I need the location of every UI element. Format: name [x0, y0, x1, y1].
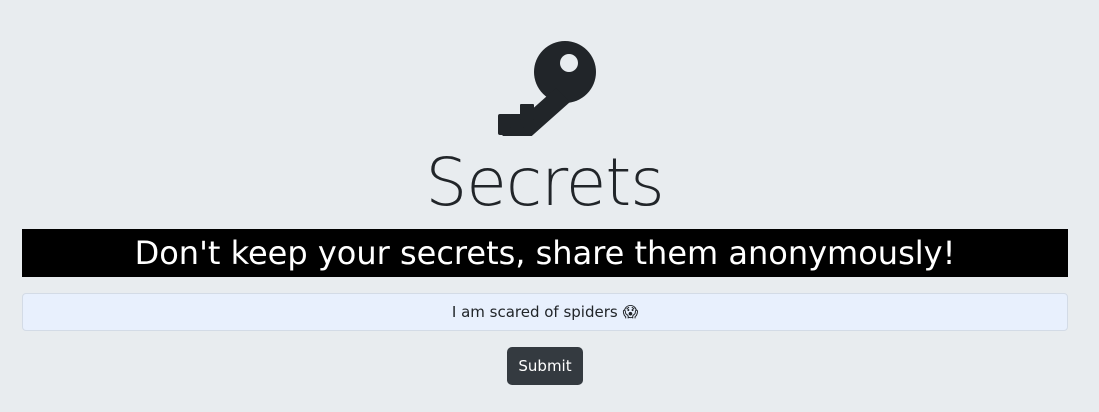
page-title: Secrets	[425, 144, 664, 221]
secret-input[interactable]	[22, 293, 1068, 331]
page: Secrets Don't keep your secrets, share t…	[0, 0, 1099, 412]
submit-button[interactable]: Submit	[507, 347, 583, 385]
key-icon	[498, 41, 596, 136]
tagline-banner: Don't keep your secrets, share them anon…	[22, 229, 1068, 277]
